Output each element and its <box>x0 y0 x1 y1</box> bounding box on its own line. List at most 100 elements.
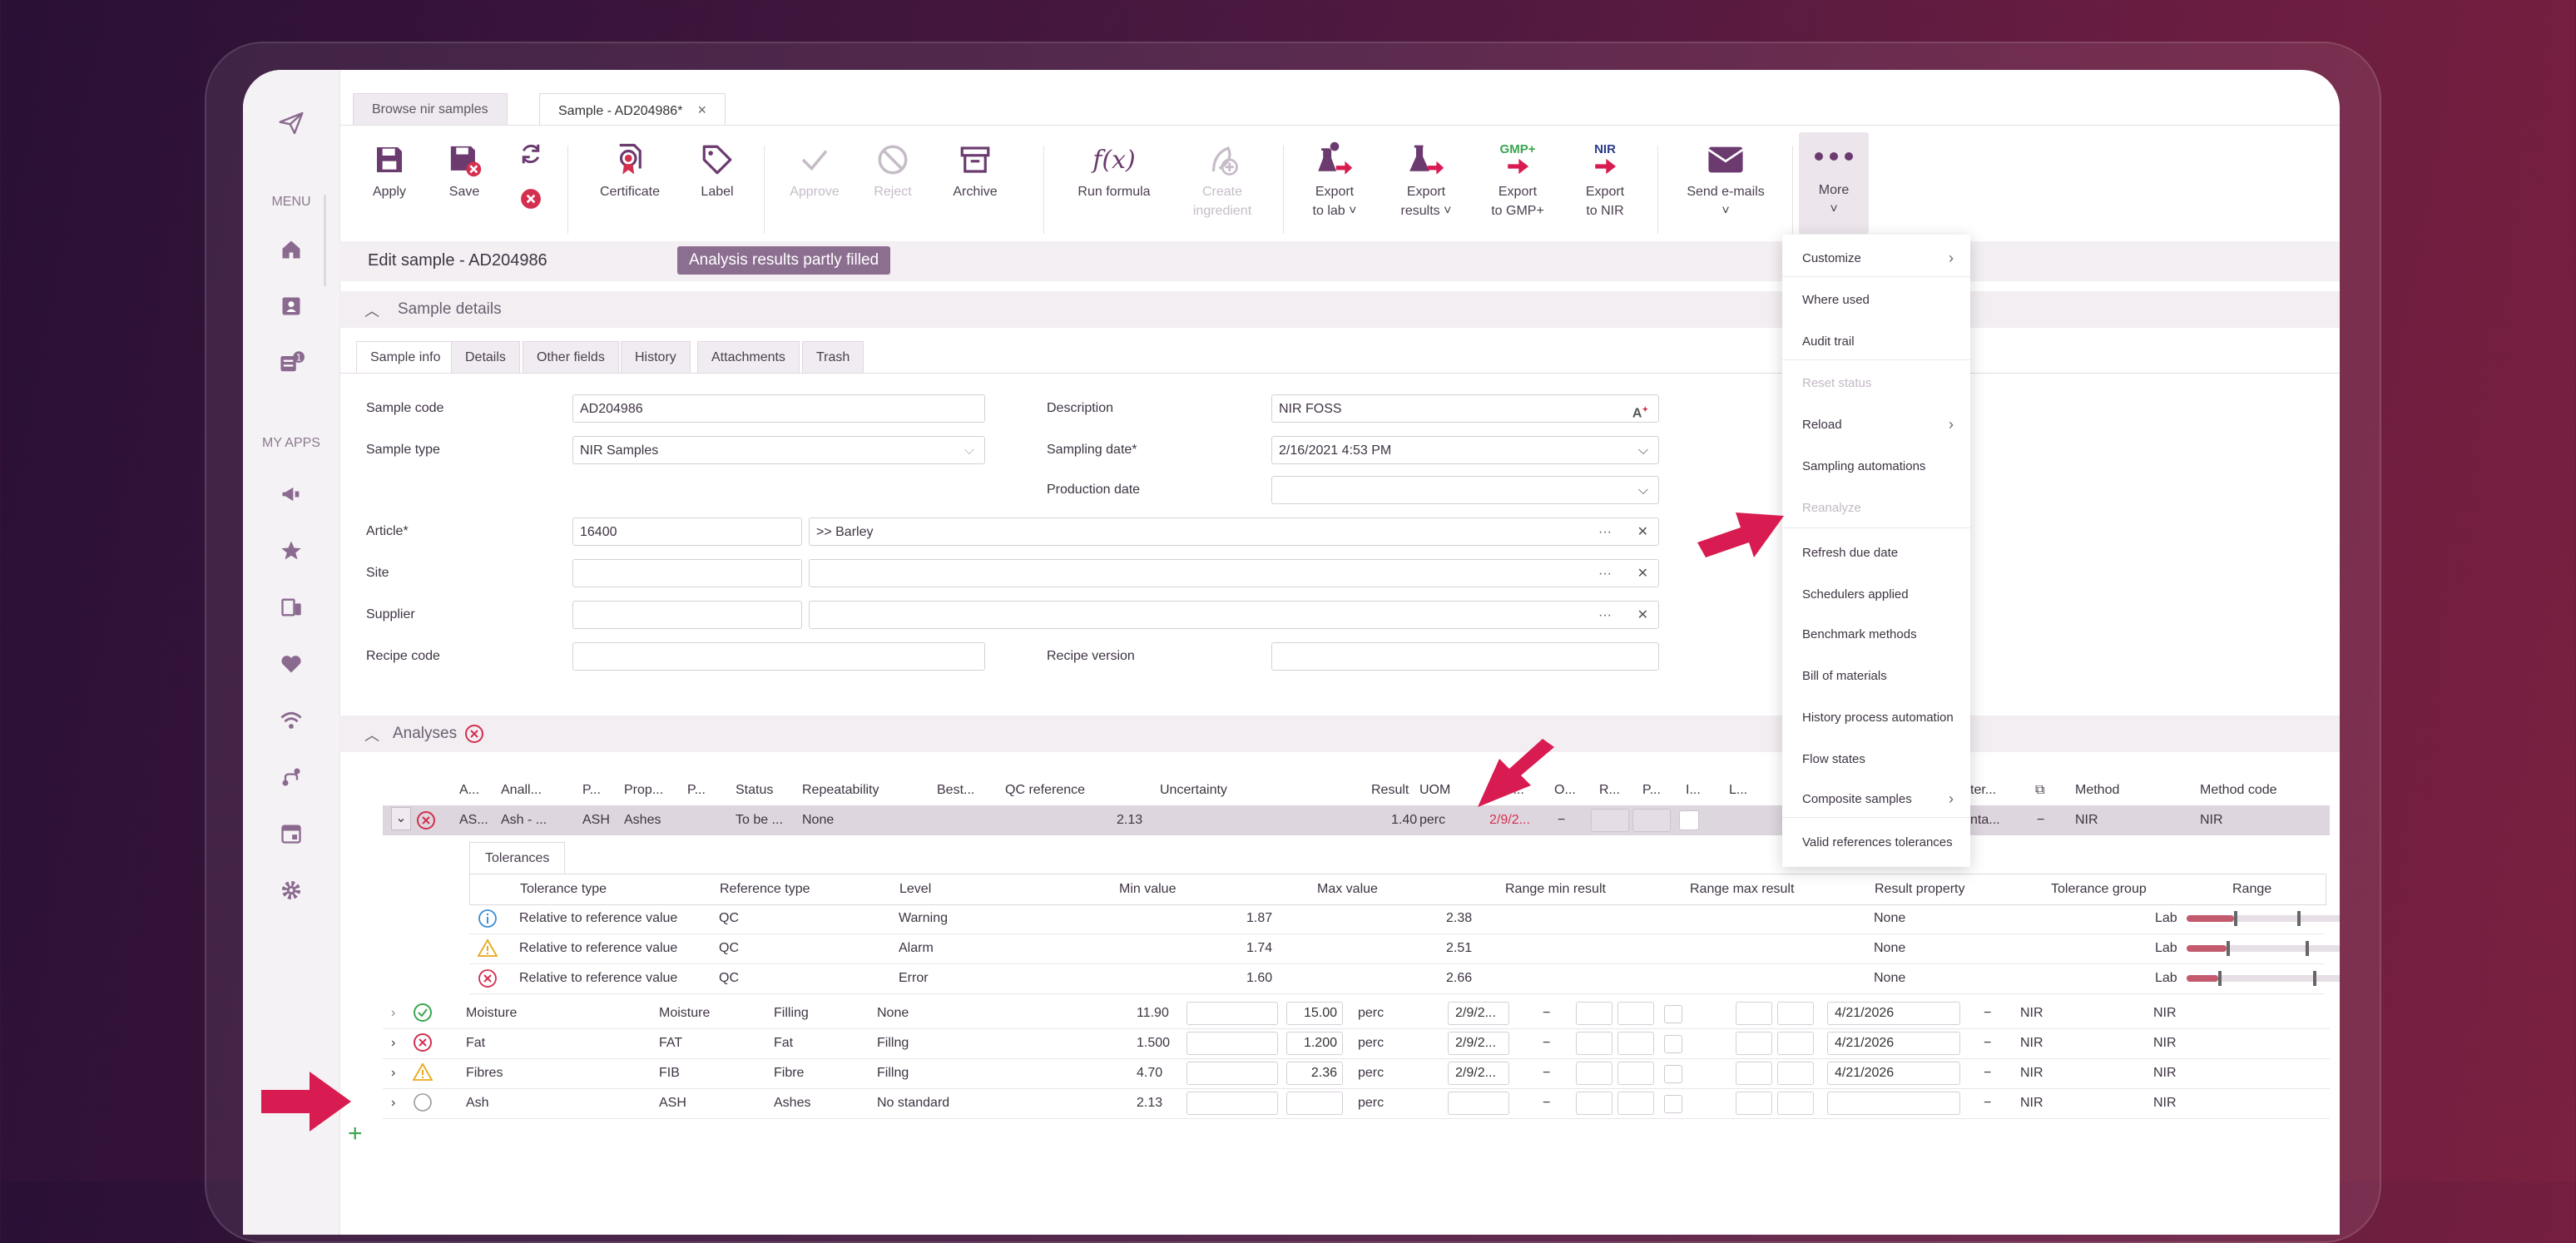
input-cell[interactable]: 1.200 <box>1286 1032 1343 1055</box>
column-header[interactable]: P... <box>1642 783 1661 798</box>
devices-icon[interactable] <box>278 594 305 621</box>
table-row[interactable]: › Fibres FIB Fibre Fillng 4.70 2.36 perc… <box>383 1058 2330 1089</box>
translate-icon[interactable]: A✦ <box>1632 395 1648 428</box>
site-name-field[interactable]: ··· ✕ <box>809 559 1659 587</box>
row-checkbox[interactable] <box>1664 1005 1682 1023</box>
clear-icon[interactable]: ✕ <box>1637 560 1648 588</box>
description-field[interactable]: NIR FOSS A✦ <box>1271 394 1659 423</box>
export-to-lab-button[interactable]: Export to lab ˅ <box>1293 137 1376 220</box>
column-header[interactable]: Reference type <box>720 882 810 897</box>
range-slider[interactable] <box>2187 941 2340 956</box>
range-slider[interactable] <box>2187 971 2340 986</box>
input-cell[interactable] <box>1736 1032 1772 1055</box>
sample-type-select[interactable]: NIR Samples ⌵ <box>572 436 985 464</box>
recipe-version-field[interactable] <box>1271 642 1659 671</box>
tab-close-icon[interactable]: × <box>697 102 706 118</box>
range-slider[interactable] <box>2187 911 2340 926</box>
archive-button[interactable]: Archive <box>935 137 1015 201</box>
menu-item-benchmark-methods[interactable]: Benchmark methods <box>1802 627 1917 641</box>
input-cell[interactable] <box>1591 809 1629 832</box>
column-header[interactable]: Level <box>899 882 931 897</box>
menu-item-composite-samples[interactable]: Composite samples › <box>1802 790 1954 807</box>
column-header[interactable]: R... <box>1599 783 1620 798</box>
sample-code-field[interactable]: AD204986 <box>572 394 985 423</box>
recipe-code-field[interactable] <box>572 642 985 671</box>
input-cell[interactable] <box>1777 1032 1814 1055</box>
export-to-gmp-button[interactable]: GMP+ Export to GMP+ <box>1476 137 1559 220</box>
more-dots-icon[interactable]: ··· <box>1598 560 1612 588</box>
column-header[interactable]: ter... <box>1970 783 1996 798</box>
route-icon[interactable] <box>278 764 305 790</box>
reject-button[interactable]: Reject <box>855 137 930 201</box>
column-header[interactable]: L... <box>1729 783 1747 798</box>
menu-item-history-process-automation[interactable]: History process automation <box>1802 711 1954 725</box>
column-header[interactable]: Result property <box>1875 882 1965 897</box>
menu-item-refresh-due-date[interactable]: Refresh due date <box>1802 546 1898 560</box>
collapse-row-icon[interactable]: ⌄ <box>391 807 411 830</box>
table-row-selected[interactable]: ⌄ AS... Ash - ... ASH Ashes To be ... No… <box>383 805 2330 835</box>
tab-history[interactable]: History <box>621 341 691 374</box>
date-field[interactable] <box>1827 1092 1960 1115</box>
input-cell[interactable] <box>1617 1032 1654 1055</box>
column-header[interactable]: Range min result <box>1505 882 1606 897</box>
clear-icon[interactable]: ✕ <box>1637 518 1648 547</box>
label-button[interactable]: Label <box>684 137 751 201</box>
run-formula-button[interactable]: f(x) Run formula <box>1060 137 1168 201</box>
input-cell[interactable] <box>1186 1032 1278 1055</box>
sampling-date-field[interactable]: 2/16/2021 4:53 PM ⌵ <box>1271 436 1659 464</box>
tab-attachments[interactable]: Attachments <box>697 341 800 374</box>
input-cell[interactable] <box>1617 1002 1654 1025</box>
menu-item-audit-trail[interactable]: Audit trail <box>1802 334 1855 349</box>
clear-icon[interactable]: ✕ <box>1637 602 1648 630</box>
input-cell[interactable] <box>1186 1002 1278 1025</box>
menu-item-schedulers-applied[interactable]: Schedulers applied <box>1802 587 1909 602</box>
save-button[interactable]: Save <box>431 137 498 201</box>
tab-details[interactable]: Details <box>451 341 520 374</box>
more-dots-icon[interactable]: ··· <box>1598 602 1612 630</box>
column-header[interactable]: Max value <box>1317 882 1378 897</box>
column-header[interactable]: Result <box>1371 783 1409 798</box>
input-cell[interactable] <box>1576 1002 1612 1025</box>
column-header[interactable]: Tolerance group <box>2051 882 2147 897</box>
supplier-code-field[interactable] <box>572 601 802 629</box>
input-cell[interactable] <box>1617 1092 1654 1115</box>
input-cell[interactable] <box>1286 1092 1343 1115</box>
production-date-field[interactable]: ⌵ <box>1271 476 1659 504</box>
more-dots-icon[interactable]: ··· <box>1598 518 1612 547</box>
input-cell[interactable] <box>1576 1032 1612 1055</box>
expand-row-icon[interactable]: › <box>391 1006 395 1021</box>
settings-gear-icon[interactable] <box>278 877 305 904</box>
article-code-field[interactable]: 16400 <box>572 518 802 546</box>
input-cell[interactable] <box>1777 1002 1814 1025</box>
home-icon[interactable] <box>278 236 305 263</box>
certificate-button[interactable]: Certificate <box>584 137 676 201</box>
expand-row-icon[interactable]: › <box>391 1066 395 1081</box>
column-header[interactable]: A... <box>459 783 479 798</box>
column-header[interactable]: Method code <box>2200 783 2277 798</box>
paper-plane-icon[interactable] <box>278 110 305 136</box>
row-checkbox[interactable] <box>1664 1035 1682 1053</box>
input-cell[interactable] <box>1617 1062 1654 1085</box>
menu-item-reanalyze[interactable]: Reanalyze <box>1802 501 1861 515</box>
sample-details-header[interactable]: ︿ Sample details <box>339 291 2340 328</box>
site-code-field[interactable] <box>572 559 802 587</box>
notifications-list-icon[interactable]: 1 <box>278 349 305 376</box>
tab-browse-nir-samples[interactable]: Browse nir samples <box>353 93 508 126</box>
input-cell[interactable]: 15.00 <box>1286 1002 1343 1025</box>
column-header[interactable]: Best... <box>937 783 974 798</box>
result-date-field[interactable] <box>1448 1092 1509 1115</box>
chevron-up-icon[interactable]: ︿ <box>364 300 379 321</box>
supplier-name-field[interactable]: ··· ✕ <box>809 601 1659 629</box>
wifi-icon[interactable] <box>278 707 305 734</box>
export-results-button[interactable]: Export results ˅ <box>1385 137 1468 220</box>
menu-item-where-used[interactable]: Where used <box>1802 293 1870 307</box>
article-name-field[interactable]: >> Barley ··· ✕ <box>809 518 1659 546</box>
menu-item-valid-references-tolerances[interactable]: Valid references tolerances <box>1802 835 1953 849</box>
date-field[interactable]: 4/21/2026 <box>1827 1062 1960 1085</box>
column-header[interactable]: P... <box>687 783 706 798</box>
result-date-field[interactable]: 2/9/2... <box>1448 1062 1509 1085</box>
heart-icon[interactable] <box>278 651 305 677</box>
input-cell[interactable]: 2.36 <box>1286 1062 1343 1085</box>
export-to-nir-button[interactable]: NIR Export to NIR <box>1568 137 1642 220</box>
tolerance-row[interactable]: Relative to reference value QC Warning 1… <box>469 904 2340 934</box>
